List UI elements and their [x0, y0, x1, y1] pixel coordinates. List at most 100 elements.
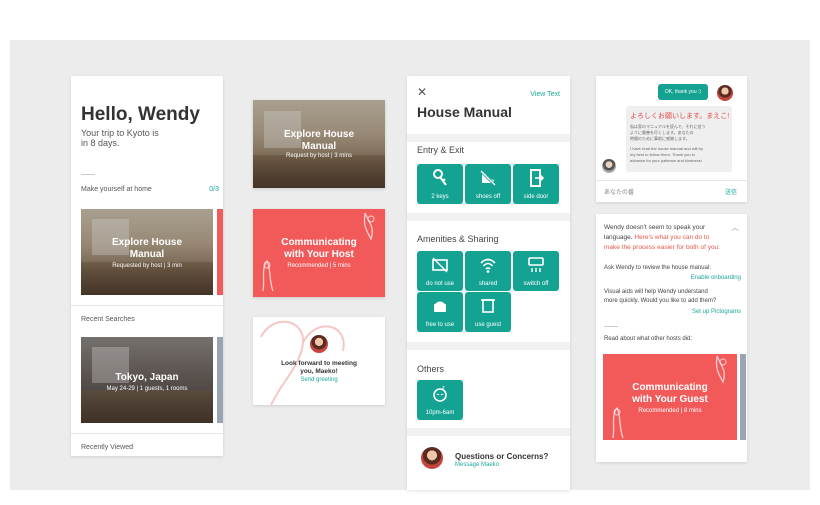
home-screen: Hello, Wendy Your trip to Kyoto is in 8 …: [71, 76, 223, 456]
others-heading: Others: [417, 364, 445, 374]
setup-pictograms-link[interactable]: Set up Pictograms: [692, 309, 741, 315]
enable-onboarding-link[interactable]: Enable onboarding: [691, 275, 741, 281]
quiet-hours-icon: z: [433, 385, 447, 402]
intro-line3: make the process easier for both of you:: [604, 244, 720, 251]
card-title-line1: Explore House: [111, 237, 183, 248]
explore-manual-card-variant[interactable]: Explore House Manual Request by host | 3…: [253, 100, 385, 188]
close-icon[interactable]: ✕: [417, 85, 427, 99]
visual-aids-line2: more quickly. Would you like to add them…: [604, 298, 717, 304]
card-title-line1: Communicating: [281, 237, 357, 248]
amenities-heading: Amenities & Sharing: [417, 234, 499, 244]
message-text: OK, thank you :): [664, 89, 702, 95]
divider: [81, 174, 95, 175]
ask-review-text: Ask Wendy to review the house manual:: [604, 265, 711, 271]
card-title-line2: Manual: [301, 141, 337, 152]
card-subtitle: Recommended | 8 mins: [638, 408, 702, 414]
view-text-link[interactable]: View Text: [530, 91, 560, 98]
message-en-1: I have read the house manual and will tr…: [630, 146, 703, 151]
card-subtitle: Request by host | 3 mins: [286, 153, 352, 159]
tv-crossed-icon: [432, 257, 448, 273]
recently-viewed-label: Recently Viewed: [81, 444, 134, 451]
language-tips-panel: Wendy doesn't seem to speak your ︿ langu…: [596, 214, 747, 462]
communicating-host-card[interactable]: Communicating with Your Host Recommended…: [253, 209, 385, 297]
greeting-message-line2: you, Maeko!: [300, 368, 338, 375]
tile-cooker-free[interactable]: free to use: [417, 292, 463, 332]
incoming-bubble: よろしくお願いします。まえこ! 私は家のマニュアルを読んで、それに従う ように最…: [626, 106, 732, 172]
greeting-title: Hello, Wendy: [81, 104, 200, 125]
towel-icon: [481, 299, 495, 313]
send-button[interactable]: 送信: [725, 187, 737, 196]
tile-towel-guest[interactable]: use guest: [465, 292, 511, 332]
user-avatar: [717, 85, 733, 101]
svg-text:z: z: [442, 385, 445, 391]
trip-info-line2: in 8 days.: [81, 138, 120, 148]
explore-manual-card[interactable]: Explore House Manual Requested by host |…: [81, 209, 213, 295]
divider: [71, 433, 223, 434]
tile-quiet-hours[interactable]: z 10pm-6am: [417, 380, 463, 420]
tile-wifi-shared[interactable]: shared: [465, 251, 511, 291]
divider: [604, 326, 618, 327]
reply-input[interactable]: あなたの番: [604, 187, 634, 196]
message-host-link[interactable]: Message Maeko: [455, 462, 499, 468]
send-greeting-link[interactable]: Send greeting: [253, 377, 385, 383]
intro-line2: language. Here's what you can do to: [604, 234, 709, 241]
ac-icon: [528, 257, 544, 272]
tile-label: side door: [523, 194, 549, 200]
divider: [596, 180, 747, 181]
card-title-line2: Manual: [129, 249, 165, 260]
greeting-message-line1: Look forward to meeting: [281, 360, 357, 367]
questions-heading: Questions or Concerns?: [455, 452, 549, 461]
chat-panel: OK, thank you :) よろしくお願いします。まえこ! 私は家のマニュ…: [596, 76, 747, 202]
house-manual-screen: ✕ View Text House Manual Entry & Exit 2 …: [407, 76, 570, 490]
card-title-line2: with Your Guest: [632, 394, 708, 405]
tile-label: shoes off: [475, 194, 501, 200]
tile-label: switch off: [523, 281, 549, 287]
card-title-line2: with Your Host: [284, 249, 354, 260]
tile-label: 2 keys: [431, 194, 449, 200]
intro-line1: Wendy doesn't seem to speak your: [604, 224, 706, 231]
tile-tv-do-not-use[interactable]: do not use: [417, 251, 463, 291]
message-jp-3: 時間のために事前に感謝します。: [630, 136, 690, 141]
guest-avatar: [602, 159, 616, 173]
tile-shoes-off[interactable]: shoes off: [465, 164, 511, 204]
card-subtitle: Recommended | 5 mins: [287, 263, 351, 269]
tile-side-door[interactable]: side door: [513, 164, 559, 204]
section-label-home: Make yourself at home: [81, 186, 152, 193]
outgoing-bubble: OK, thank you :): [658, 84, 708, 100]
intro-highlight: Here's what you can do to: [634, 234, 710, 241]
greeting-card[interactable]: Look forward to meeting you, Maeko! Send…: [253, 317, 385, 405]
trip-info-line1: Your trip to Kyoto is: [81, 128, 159, 138]
tile-label: use guest: [474, 322, 502, 328]
tile-label: do not use: [425, 281, 455, 287]
visual-aids-line1: Visual aids will help Wendy understand: [604, 289, 708, 295]
tile-keys[interactable]: 2 keys: [417, 164, 463, 204]
message-en-2: my best to follow them. Thank you in: [630, 152, 695, 157]
tile-label: shared: [478, 281, 498, 287]
page-title: House Manual: [417, 104, 512, 120]
host-avatar: [310, 335, 328, 353]
next-card-peek[interactable]: [740, 354, 746, 440]
message-en-3: advance for your patience and kindness!: [630, 158, 702, 163]
read-more-text: Read about what other hosts did:: [604, 336, 693, 342]
message-heading: よろしくお願いします。まえこ!: [630, 113, 730, 120]
door-icon: [530, 169, 544, 187]
card-title-line1: Explore House: [283, 129, 355, 140]
collapse-chevron-icon[interactable]: ︿: [731, 222, 739, 233]
divider: [71, 305, 223, 306]
tile-label: free to use: [425, 322, 455, 328]
intro-text: language.: [604, 234, 635, 241]
card-title-line1: Communicating: [632, 382, 708, 393]
shoes-off-icon: [480, 169, 496, 187]
key-icon: [433, 169, 447, 186]
card-subtitle: Requested by host | 3 min: [112, 263, 182, 269]
communicating-guest-card[interactable]: Communicating with Your Guest Recommende…: [603, 354, 737, 440]
search-city: Tokyo, Japan: [115, 372, 179, 383]
search-details: May 24-29 | 1 guests, 1 rooms: [106, 386, 188, 392]
next-card-peek[interactable]: [217, 209, 223, 295]
next-search-peek[interactable]: [217, 337, 223, 423]
recent-search-card[interactable]: Tokyo, Japan May 24-29 | 1 guests, 1 roo…: [81, 337, 213, 423]
cooker-icon: [434, 301, 446, 312]
wifi-icon: [480, 258, 496, 273]
section-progress-count: 0/3: [209, 186, 219, 193]
tile-ac-switch-off[interactable]: switch off: [513, 251, 559, 291]
